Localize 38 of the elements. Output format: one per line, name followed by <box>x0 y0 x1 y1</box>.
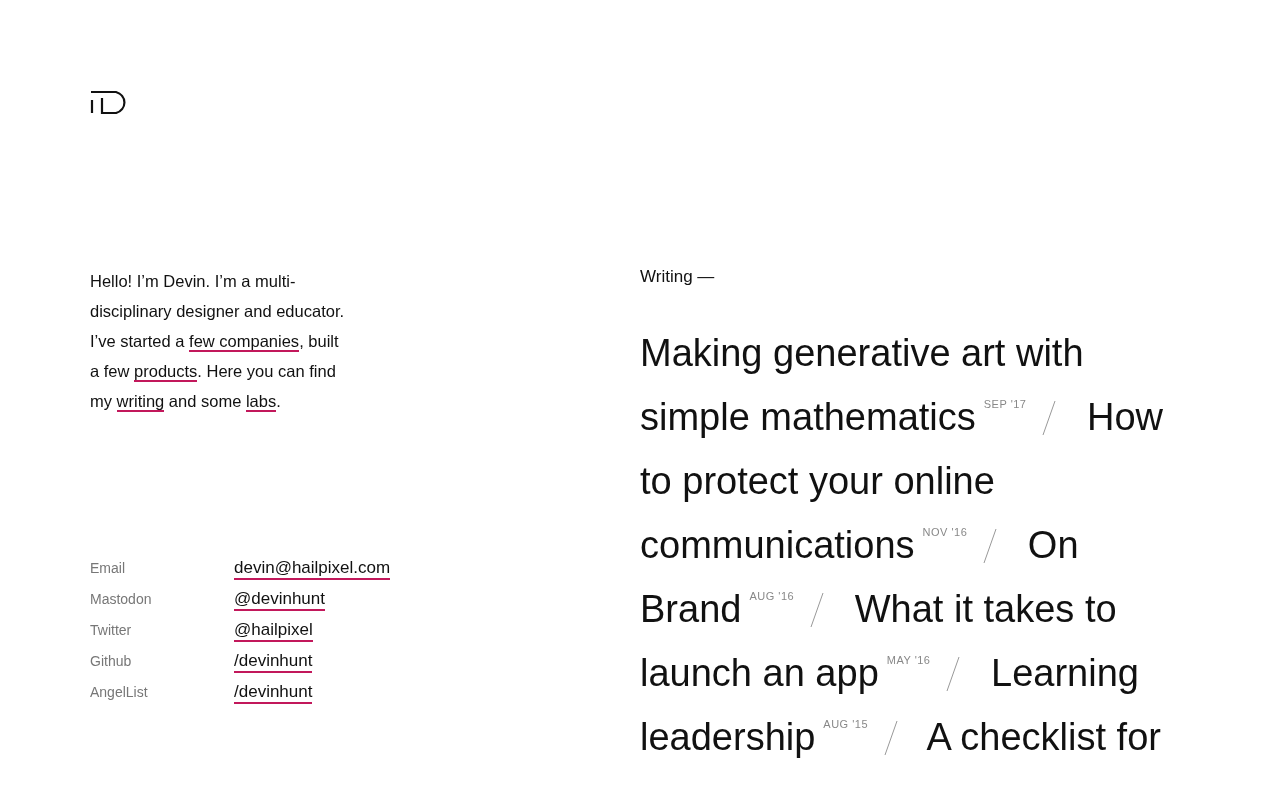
contact-label: AngelList <box>90 682 148 702</box>
post-title-line[interactable]: A checklist for <box>926 716 1161 758</box>
post-title-line[interactable]: simple mathematics <box>640 396 976 438</box>
slash-separator <box>884 720 899 756</box>
post-title-line[interactable]: What it takes to <box>854 588 1117 630</box>
post-date: AUG '16 <box>749 590 795 602</box>
contact-link[interactable]: /devinhunt <box>234 681 313 704</box>
post-title-line[interactable]: communications <box>640 524 915 566</box>
contact-link[interactable]: @hailpixel <box>234 619 313 642</box>
post-date: AUG '15 <box>823 718 869 730</box>
section-heading: Writing — <box>640 266 716 288</box>
post-title-line[interactable]: launch an app <box>640 652 879 694</box>
intro-link[interactable]: products <box>134 362 198 382</box>
contact-link[interactable]: devin@hailpixel.com <box>234 557 391 580</box>
contact-label: Github <box>90 651 132 671</box>
slash-separator <box>946 656 961 692</box>
post-title-line[interactable]: How <box>1087 396 1164 438</box>
post-title-line[interactable]: Brand <box>640 588 742 630</box>
slash-separator <box>810 592 825 628</box>
intro-link[interactable]: few companies <box>189 332 300 352</box>
post-title-line[interactable]: leadership <box>640 716 816 758</box>
intro-link[interactable]: labs <box>245 392 277 412</box>
contact-link[interactable]: @devinhunt <box>234 588 325 611</box>
post-title-line[interactable]: Learning <box>991 652 1139 694</box>
intro-paragraph: Hello! I’m Devin. I’m a multi-disciplinary designer and educator. I’ve started a few companies, built a few products. Here you can find my writing and some labs. <box>90 271 346 414</box>
contact-label: Email <box>90 558 125 578</box>
post-date: NOV '16 <box>922 526 968 538</box>
intro-link[interactable]: writing <box>116 392 165 412</box>
slash-separator <box>1042 400 1057 436</box>
contact-label: Twitter <box>90 620 132 640</box>
post-date: SEP '17 <box>983 398 1027 410</box>
post-date: MAY '16 <box>886 654 931 666</box>
slash-separator <box>983 528 998 564</box>
contact-link[interactable]: /devinhunt <box>234 650 313 673</box>
contact-label: Mastodon <box>90 589 152 609</box>
post-title-line[interactable]: On <box>1027 524 1079 566</box>
post-title-line[interactable]: Making generative art with <box>640 332 1084 374</box>
post-title-line[interactable]: to protect your online <box>640 460 995 502</box>
